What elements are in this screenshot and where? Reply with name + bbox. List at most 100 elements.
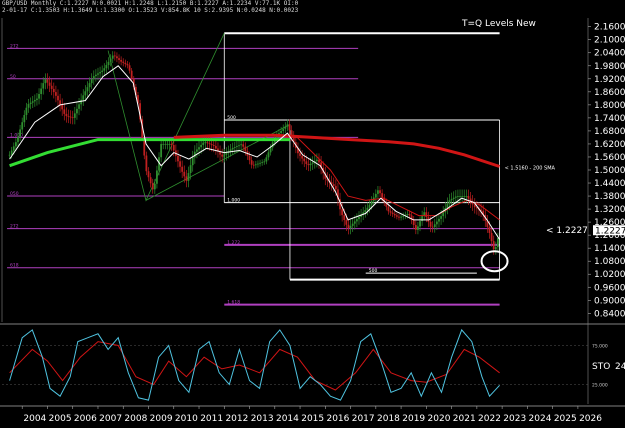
price-candle-body bbox=[254, 164, 257, 166]
price-candle-body bbox=[208, 143, 211, 145]
price-candle-body bbox=[179, 161, 181, 167]
price-candle-body bbox=[349, 225, 352, 229]
price-candle-body bbox=[406, 213, 409, 215]
stochastic-d-line bbox=[9, 341, 500, 391]
price-candle-body bbox=[374, 193, 377, 198]
price-candle-body bbox=[442, 212, 445, 217]
price-candle-body bbox=[111, 55, 114, 59]
x-tick-label: 2020 bbox=[428, 414, 451, 424]
price-candle-body bbox=[423, 212, 426, 216]
price-candle-body bbox=[448, 200, 451, 204]
y-tick-label: 0.8400 bbox=[594, 309, 625, 319]
price-candle-body bbox=[355, 219, 358, 222]
price-candle-body bbox=[438, 218, 440, 222]
price-candle-body bbox=[315, 159, 318, 162]
x-tick-label: 2019 bbox=[402, 414, 425, 424]
price-candle-body bbox=[402, 215, 405, 217]
sma-200-label: < 1.5160 - 200 SMA bbox=[505, 165, 556, 171]
y-tick-label: 1.3800 bbox=[594, 192, 625, 202]
x-tick-label: 2011 bbox=[200, 414, 223, 424]
price-candle-body bbox=[172, 145, 175, 151]
price-candle-body bbox=[31, 101, 34, 103]
price-candle-body bbox=[54, 92, 57, 96]
price-candle-body bbox=[118, 58, 120, 60]
price-candle-body bbox=[395, 215, 398, 217]
price-candle-body bbox=[122, 61, 125, 63]
price-candle-body bbox=[204, 142, 207, 144]
price-candle-body bbox=[368, 204, 371, 208]
price-candle-body bbox=[414, 225, 417, 230]
level-label: 1.272 bbox=[227, 240, 240, 246]
price-candle-body bbox=[259, 162, 261, 164]
price-candle-body bbox=[61, 104, 64, 110]
y-tick-label: 2.0400 bbox=[594, 49, 625, 59]
x-tick-label: 2022 bbox=[478, 414, 501, 424]
price-candle-body bbox=[107, 61, 110, 66]
price-candle-body bbox=[370, 201, 373, 205]
x-tick-label: 2024 bbox=[529, 414, 552, 424]
price-candle-body bbox=[65, 113, 68, 117]
x-tick-label: 2014 bbox=[276, 414, 299, 424]
price-candle-body bbox=[160, 143, 163, 158]
level-label: 500 bbox=[227, 115, 236, 121]
price-candle-body bbox=[29, 102, 32, 105]
y-tick-label: 1.4400 bbox=[594, 179, 625, 189]
price-candle-body bbox=[248, 155, 251, 161]
price-candle-body bbox=[153, 183, 156, 190]
price-candle-body bbox=[261, 162, 264, 163]
price-box-label: 1.2227 bbox=[595, 227, 625, 237]
x-tick-label: 2023 bbox=[503, 414, 526, 424]
price-candle-body bbox=[63, 109, 66, 114]
price-candle-body bbox=[46, 79, 49, 83]
price-candle-body bbox=[166, 143, 169, 145]
price-candle-body bbox=[59, 100, 61, 105]
price-candle-body bbox=[417, 226, 419, 230]
price-candle-body bbox=[381, 193, 384, 198]
x-tick-label: 2005 bbox=[49, 414, 72, 424]
price-candle-body bbox=[191, 157, 194, 166]
price-candle-body bbox=[130, 70, 133, 79]
price-candle-body bbox=[267, 152, 270, 158]
price-candle-body bbox=[467, 196, 470, 199]
x-tick-label: 2021 bbox=[453, 414, 476, 424]
price-candle-body bbox=[187, 173, 190, 181]
price-candle-body bbox=[48, 82, 51, 86]
price-candle-body bbox=[452, 197, 455, 199]
level-label: 618 bbox=[10, 263, 19, 269]
price-candle-body bbox=[334, 185, 337, 190]
price-candle-body bbox=[280, 130, 283, 134]
price-candle-body bbox=[238, 145, 240, 147]
price-candle-body bbox=[92, 76, 95, 80]
price-candle-body bbox=[307, 164, 310, 166]
time-axis: 2004 2005 2006 2007 2008 2009 2010 2011 2012 2013… bbox=[21, 406, 602, 424]
price-candle-body bbox=[202, 142, 205, 145]
price-candle-body bbox=[116, 56, 118, 59]
price-candle-body bbox=[103, 68, 106, 71]
price-candle-body bbox=[492, 241, 495, 250]
price-candle-body bbox=[223, 154, 226, 157]
price-candle-body bbox=[345, 219, 348, 225]
price-candle-body bbox=[244, 146, 247, 152]
price-candle-body bbox=[105, 65, 108, 69]
y-tick-label: 1.3200 bbox=[594, 205, 625, 215]
price-candle-body bbox=[269, 147, 272, 153]
price-candle-body bbox=[398, 216, 400, 218]
price-candle-body bbox=[185, 176, 188, 181]
price-candle-body bbox=[221, 154, 224, 157]
price-candle-body bbox=[341, 209, 344, 216]
price-candle-body bbox=[400, 216, 402, 218]
level-label: 272 bbox=[10, 43, 19, 49]
x-tick-label: 2018 bbox=[377, 414, 400, 424]
price-candle-body bbox=[164, 143, 167, 145]
price-candle-body bbox=[101, 70, 104, 73]
price-candle-body bbox=[126, 64, 129, 66]
price-candle-body bbox=[454, 196, 457, 198]
x-tick-label: 2009 bbox=[150, 414, 173, 424]
price-candle-body bbox=[94, 74, 97, 77]
price-candle-body bbox=[263, 161, 266, 163]
price-candle-body bbox=[82, 95, 85, 100]
level-label: 050 bbox=[10, 191, 19, 197]
price-candle-body bbox=[33, 99, 36, 102]
price-candle-body bbox=[99, 72, 101, 74]
x-tick-label: 2010 bbox=[175, 414, 198, 424]
